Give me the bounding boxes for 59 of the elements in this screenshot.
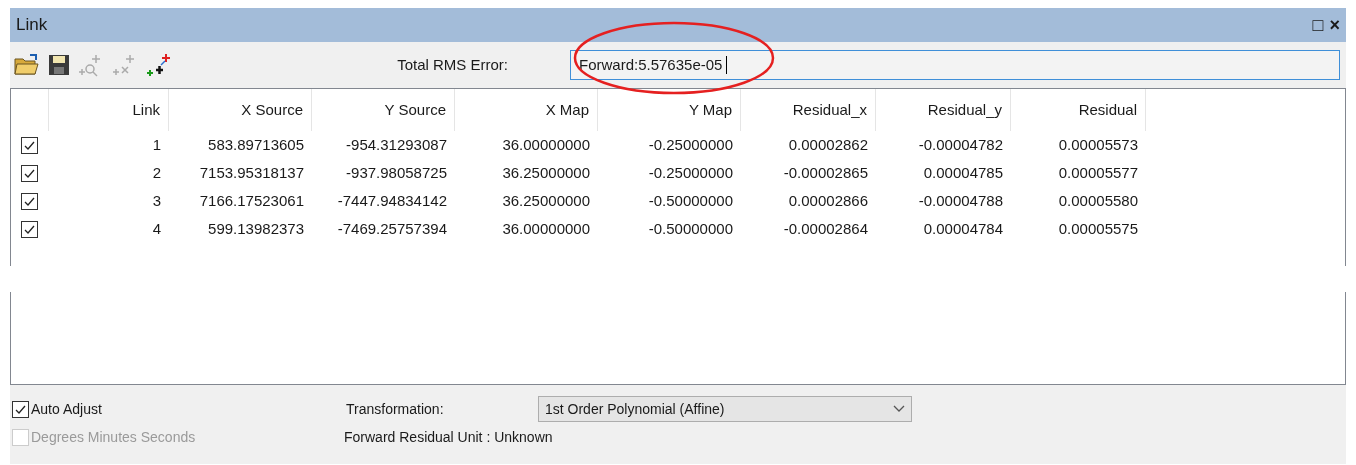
table-cell-text: -0.00004782	[917, 134, 1004, 155]
table-cell-text: 599.13982373	[207, 218, 305, 239]
table-cell-text: 1	[151, 134, 162, 155]
table-cell-text: 2	[151, 162, 162, 183]
rms-label: Total RMS Error:	[396, 54, 509, 75]
transformation-dropdown[interactable]: 1st Order Polynomial (Affine)	[538, 396, 912, 422]
column-header[interactable]: Link	[49, 89, 169, 131]
open-folder-icon[interactable]	[14, 53, 40, 77]
save-icon[interactable]	[48, 54, 70, 76]
auto-adjust-checkbox[interactable]	[12, 400, 29, 418]
table-cell-text: 583.89713605	[207, 134, 305, 155]
table-cell-text: 0.00005575	[1057, 218, 1139, 239]
dms-label: Degrees Minutes Seconds	[31, 427, 196, 447]
table-cell-text: 7153.95318137	[198, 162, 305, 183]
table-cell-text: 0.00005580	[1057, 190, 1139, 211]
residual-unit-text: Forward Residual Unit : Unknown	[344, 427, 553, 447]
add-link-icon[interactable]	[146, 53, 172, 77]
row-checkbox[interactable]	[21, 192, 38, 210]
column-header[interactable]: Y Map	[598, 89, 741, 131]
table-cell-text: 0.00002866	[787, 190, 869, 211]
column-header[interactable]: Residual_y	[876, 89, 1011, 131]
table-cell-text: 36.25000000	[501, 190, 591, 211]
window-title: Link	[16, 14, 48, 37]
row-checkbox[interactable]	[21, 220, 38, 238]
table-cell-text: 0.00004784	[922, 218, 1004, 239]
table-cell-text: -0.25000000	[647, 134, 734, 155]
table-cell-text: -0.00004788	[917, 190, 1004, 211]
table-cell-text: -937.98058725	[345, 162, 448, 183]
close-button[interactable]: ×	[1329, 16, 1340, 34]
table-cell-text: -0.00002864	[782, 218, 869, 239]
table-cell-text: 36.00000000	[501, 218, 591, 239]
rms-field[interactable]: Forward:5.57635e-05	[570, 50, 1340, 80]
column-header[interactable]: X Source	[169, 89, 312, 131]
table-cell-text: -7447.94834142	[336, 190, 448, 211]
table-cell-text: 0.00002862	[787, 134, 869, 155]
table-cell-text: -0.00002865	[782, 162, 869, 183]
table-cell-text: 36.00000000	[501, 134, 591, 155]
table-cell-text: -0.50000000	[647, 190, 734, 211]
column-header[interactable]: Residual_x	[741, 89, 876, 131]
table-cell-text: 7166.17523061	[198, 190, 305, 211]
table-cell-text: 4	[151, 218, 162, 239]
column-header[interactable]: X Map	[455, 89, 598, 131]
table-cell-text: -7469.25757394	[336, 218, 448, 239]
row-checkbox[interactable]	[21, 136, 38, 154]
auto-adjust-label: Auto Adjust	[31, 399, 102, 419]
table-cell-text: -954.31293087	[345, 134, 448, 155]
table-cell-text: 0.00005577	[1057, 162, 1139, 183]
row-checkbox[interactable]	[21, 164, 38, 182]
column-header[interactable]: Residual	[1011, 89, 1146, 131]
table-cell-text: 0.00004785	[922, 162, 1004, 183]
chevron-down-icon	[893, 405, 905, 413]
table-cell-text: -0.50000000	[647, 218, 734, 239]
table-cell-text: 3	[151, 190, 162, 211]
restore-button[interactable]: □	[1312, 16, 1324, 34]
table-cell-text: -0.25000000	[647, 162, 734, 183]
table-cell-text: 36.25000000	[501, 162, 591, 183]
transformation-label: Transformation:	[346, 399, 445, 419]
table-cell-text: 0.00005573	[1057, 134, 1139, 155]
column-header[interactable]: Y Source	[312, 89, 455, 131]
